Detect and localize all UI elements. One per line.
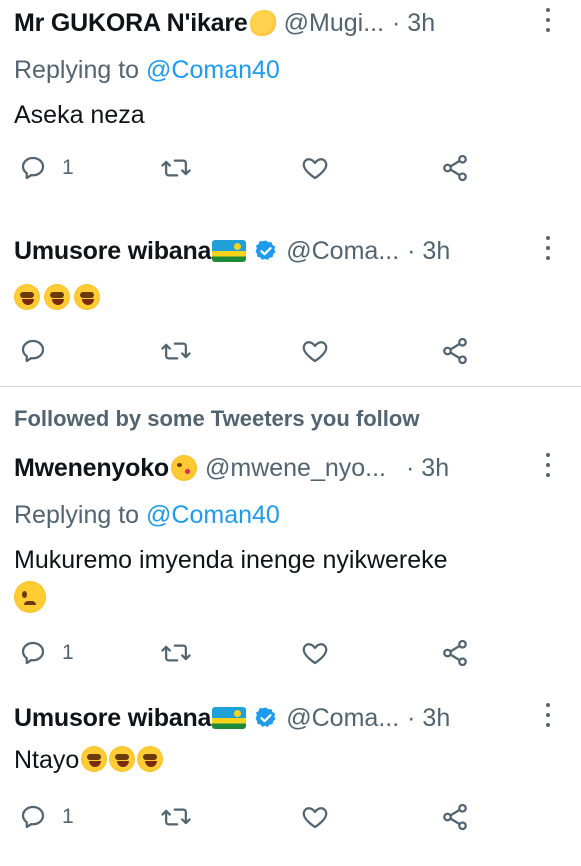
- heart-icon: [302, 643, 328, 665]
- tweet-actions: 1: [14, 635, 581, 671]
- timestamp[interactable]: · 3h: [407, 237, 450, 266]
- reply-button[interactable]: 1: [18, 150, 74, 186]
- heart-icon: [302, 158, 328, 180]
- share-button[interactable]: [440, 635, 470, 671]
- retweet-icon: [161, 342, 191, 360]
- timestamp[interactable]: · 3h: [407, 704, 450, 733]
- reply-icon: [21, 156, 45, 180]
- display-name[interactable]: Umusore wibana: [14, 237, 211, 266]
- retweet-button[interactable]: [160, 635, 192, 671]
- heart-icon: [302, 341, 328, 363]
- tweet[interactable]: Umusore wibana @Coma... · 3h: [0, 218, 581, 386]
- tweet-emoji-line: [14, 581, 567, 617]
- retweet-button[interactable]: [160, 150, 192, 186]
- tweet[interactable]: Umusore wibana @Coma... · 3h Ntayo 1: [0, 689, 581, 866]
- verified-badge-icon: [254, 706, 278, 730]
- share-button[interactable]: [440, 150, 470, 186]
- more-icon[interactable]: [545, 453, 551, 477]
- like-button[interactable]: [300, 150, 330, 186]
- reply-button[interactable]: 1: [18, 635, 74, 671]
- mention-link[interactable]: @Coman40: [146, 501, 280, 529]
- reply-icon: [21, 339, 45, 363]
- like-button[interactable]: [300, 799, 330, 835]
- retweet-icon: [161, 159, 191, 177]
- sad-but-relieved-face-icon: [14, 581, 46, 613]
- reply-button[interactable]: [18, 333, 62, 369]
- display-name[interactable]: Mr GUKORA N'ikare: [14, 9, 248, 38]
- flexed-biceps-icon: [249, 10, 276, 36]
- share-button[interactable]: [440, 333, 470, 369]
- rolling-on-floor-laughing-icon: [44, 284, 70, 310]
- reply-icon: [21, 805, 45, 829]
- user-handle[interactable]: @Coma...: [286, 237, 399, 266]
- replying-to: Replying to @Coman40: [14, 52, 567, 88]
- share-icon: [443, 337, 467, 365]
- tweet[interactable]: Mr GUKORA N'ikare @Mugi... · 3h Replying…: [0, 0, 581, 218]
- face-blowing-kiss-icon: [170, 455, 197, 481]
- display-name[interactable]: Mwenenyoko: [14, 454, 169, 483]
- tweet-header: Mwenenyoko @mwene_nyo... · 3h: [14, 449, 567, 487]
- user-handle[interactable]: @mwene_nyo...: [205, 454, 386, 483]
- more-icon[interactable]: [545, 236, 551, 260]
- reply-feed: Mr GUKORA N'ikare @Mugi... · 3h Replying…: [0, 0, 581, 866]
- tweet-actions: 1: [14, 150, 581, 186]
- replying-to-label: Replying to: [14, 501, 147, 529]
- tweet-text-line: Ntayo: [14, 741, 567, 779]
- more-icon[interactable]: [545, 8, 551, 32]
- section-heading: Followed by some Tweeters you follow: [14, 406, 420, 431]
- retweet-button[interactable]: [160, 799, 192, 835]
- share-icon: [443, 639, 467, 667]
- rolling-on-floor-laughing-icon: [14, 284, 40, 310]
- tweet-text: Ntayo: [14, 746, 80, 774]
- tweet-text: Aseka neza: [14, 101, 145, 129]
- retweet-icon: [161, 644, 191, 662]
- verified-badge-icon: [254, 239, 278, 263]
- reply-icon: [21, 641, 45, 665]
- tweet-header: Umusore wibana @Coma... · 3h: [14, 232, 567, 270]
- reply-count: 1: [62, 805, 74, 828]
- tweet-emoji-text: [14, 278, 567, 316]
- retweet-button[interactable]: [160, 333, 192, 369]
- tweet-header: Umusore wibana @Coma... · 3h: [14, 699, 567, 737]
- tweet-header: Mr GUKORA N'ikare @Mugi... · 3h: [14, 4, 567, 42]
- like-button[interactable]: [300, 333, 330, 369]
- reply-count: 1: [62, 641, 74, 664]
- tweet-actions: 1: [14, 799, 581, 835]
- like-button[interactable]: [300, 635, 330, 671]
- reply-count: 1: [62, 156, 74, 179]
- display-name[interactable]: Umusore wibana: [14, 704, 211, 733]
- share-icon: [443, 803, 467, 831]
- rwanda-flag-icon: [212, 240, 247, 262]
- share-button[interactable]: [440, 799, 470, 835]
- timestamp[interactable]: · 3h: [392, 9, 435, 38]
- rwanda-flag-icon: [212, 707, 247, 729]
- tweet-actions: [14, 333, 581, 369]
- tweet[interactable]: Mwenenyoko @mwene_nyo... · 3h Replying t…: [0, 439, 581, 689]
- rolling-on-floor-laughing-icon: [137, 746, 164, 772]
- rolling-on-floor-laughing-icon: [74, 284, 100, 310]
- user-handle[interactable]: @Mugi...: [284, 9, 384, 38]
- rolling-on-floor-laughing-icon: [81, 746, 108, 772]
- timestamp[interactable]: · 3h: [406, 454, 449, 483]
- mention-link[interactable]: @Coman40: [146, 56, 280, 84]
- reply-button[interactable]: 1: [18, 799, 74, 835]
- rolling-on-floor-laughing-icon: [109, 746, 136, 772]
- replying-to: Replying to @Coman40: [14, 497, 567, 533]
- more-icon[interactable]: [545, 703, 551, 727]
- retweet-icon: [161, 808, 191, 826]
- replying-to-label: Replying to: [14, 56, 147, 84]
- tweet-text: Mukuremo imyenda inenge nyikwereke: [14, 546, 448, 574]
- heart-icon: [302, 807, 328, 829]
- user-handle[interactable]: @Coma...: [286, 704, 399, 733]
- share-icon: [443, 154, 467, 182]
